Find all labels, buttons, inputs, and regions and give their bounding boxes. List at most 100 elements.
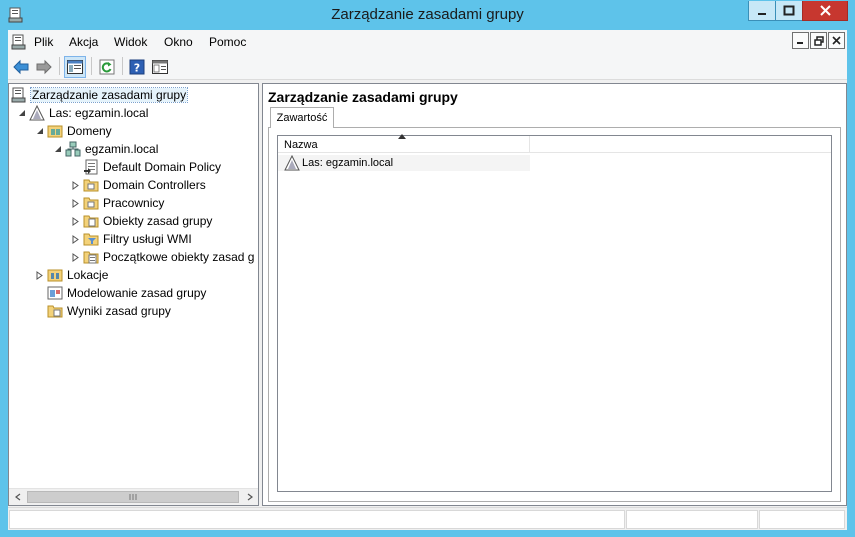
expand-triangle-icon[interactable] — [71, 176, 81, 194]
show-hide-tree-icon — [67, 60, 83, 74]
status-panel-secondary — [626, 510, 758, 529]
status-panel-tertiary — [759, 510, 845, 529]
collapse-triangle-icon[interactable] — [17, 104, 27, 122]
tab-panel: Nazwa Las: egzamin.local — [268, 127, 841, 502]
column-header-label: Nazwa — [284, 139, 318, 151]
scroll-left-arrow-icon[interactable] — [9, 489, 26, 505]
menu-pomoc[interactable]: Pomoc — [209, 35, 246, 49]
document-minimize-button[interactable] — [792, 32, 809, 49]
forward-button[interactable] — [33, 56, 55, 78]
gpo-link-icon — [83, 159, 99, 175]
minimize-button[interactable] — [748, 1, 775, 21]
forward-icon — [36, 59, 52, 75]
tree-horizontal-scrollbar[interactable] — [9, 488, 258, 505]
console-tree: Zarządzanie zasadami grupy Las: egzamin.… — [9, 84, 258, 488]
tree-node-label: Modelowanie zasad grupy — [67, 286, 207, 300]
document-system-menu-icon[interactable] — [11, 34, 27, 50]
help-icon: ? — [129, 59, 145, 75]
menu-widok[interactable]: Widok — [114, 35, 147, 49]
tree-node-default-domain-policy[interactable]: Default Domain Policy — [83, 158, 221, 176]
tree-node-employees[interactable]: Pracownicy — [71, 194, 164, 212]
tree-node-domain[interactable]: egzamin.local — [53, 140, 158, 158]
gpo-folder-icon — [83, 213, 99, 229]
tree-node-label: Domain Controllers — [103, 178, 206, 192]
expand-triangle-icon[interactable] — [35, 266, 45, 284]
tree-node-sites[interactable]: Lokacje — [35, 266, 108, 284]
tree-node-label: Początkowe obiekty zasad g — [103, 250, 255, 264]
tree-node-forest[interactable]: Las: egzamin.local — [17, 104, 148, 122]
tree-node-starter-gpos[interactable]: Początkowe obiekty zasad g — [71, 248, 254, 266]
domain-icon — [65, 141, 81, 157]
title-bar[interactable]: Zarządzanie zasadami grupy — [0, 0, 855, 30]
details-title: Zarządzanie zasadami grupy — [268, 89, 458, 105]
status-panel-main — [9, 510, 625, 529]
client-area: Plik Akcja Widok Okno Pomoc ? Zarządzani… — [8, 30, 847, 530]
contents-list[interactable]: Nazwa Las: egzamin.local — [277, 134, 832, 492]
restore-icon — [813, 35, 824, 46]
sort-ascending-icon — [398, 134, 406, 141]
tree-node-domain-controllers[interactable]: Domain Controllers — [71, 176, 206, 194]
toolbar-separator — [122, 57, 123, 75]
refresh-icon — [99, 59, 115, 75]
menu-okno[interactable]: Okno — [164, 35, 193, 49]
tree-node-label: Zarządzanie zasadami grupy — [29, 87, 189, 103]
tree-node-gpmc-root[interactable]: Zarządzanie zasadami grupy — [11, 86, 189, 104]
mmc-window: Zarządzanie zasadami grupy Plik Akcja Wi… — [0, 0, 855, 537]
close-button[interactable] — [802, 1, 848, 21]
maximize-button[interactable] — [775, 1, 802, 21]
expand-triangle-icon[interactable] — [71, 248, 81, 266]
tree-node-results[interactable]: Wyniki zasad grupy — [47, 302, 171, 320]
menu-bar: Plik Akcja Widok Okno Pomoc — [8, 30, 847, 53]
window-title: Zarządzanie zasadami grupy — [331, 6, 524, 23]
refresh-button[interactable] — [96, 56, 118, 78]
expand-triangle-icon[interactable] — [71, 212, 81, 230]
show-hide-tree-button[interactable] — [64, 56, 86, 78]
properties-button[interactable] — [149, 56, 171, 78]
gpmc-icon — [11, 87, 27, 103]
close-icon — [832, 36, 841, 45]
tree-node-modeling[interactable]: Modelowanie zasad grupy — [47, 284, 206, 302]
tree-node-gpo-objects[interactable]: Obiekty zasad grupy — [71, 212, 212, 230]
minimize-icon — [797, 42, 803, 44]
ou-folder-icon — [83, 177, 99, 193]
svg-text:?: ? — [134, 62, 140, 75]
column-header-name[interactable]: Nazwa — [278, 134, 530, 153]
tree-node-label: egzamin.local — [85, 142, 159, 156]
tree-node-label: Default Domain Policy — [103, 160, 222, 174]
toolbar-separator — [59, 57, 60, 75]
modeling-icon — [47, 285, 63, 301]
back-button[interactable] — [10, 56, 32, 78]
tree-node-domains[interactable]: Domeny — [35, 122, 112, 140]
tree-node-label: Las: egzamin.local — [49, 106, 149, 120]
tree-node-wmi-filters[interactable]: Filtry usługi WMI — [71, 230, 192, 248]
document-close-button[interactable] — [828, 32, 845, 49]
list-item-label: Las: egzamin.local — [302, 157, 394, 169]
expand-triangle-icon[interactable] — [71, 194, 81, 212]
expand-triangle-icon[interactable] — [71, 230, 81, 248]
close-icon — [819, 5, 831, 16]
maximize-icon — [783, 5, 795, 16]
help-button[interactable]: ? — [126, 56, 148, 78]
list-header: Nazwa — [278, 134, 831, 153]
tree-node-label: Filtry usługi WMI — [103, 232, 192, 246]
back-icon — [13, 59, 29, 75]
details-pane: Zarządzanie zasadami grupy Zawartość Naz… — [262, 83, 847, 506]
scroll-right-arrow-icon[interactable] — [241, 489, 258, 505]
toolbar: ? — [8, 53, 847, 80]
tree-node-label: Domeny — [67, 124, 112, 138]
collapse-triangle-icon[interactable] — [53, 140, 63, 158]
menu-plik[interactable]: Plik — [34, 35, 53, 49]
document-window-controls — [791, 32, 845, 50]
tab-contents[interactable]: Zawartość — [270, 107, 334, 128]
scrollbar-thumb[interactable] — [27, 491, 239, 503]
document-restore-button[interactable] — [810, 32, 827, 49]
list-item[interactable]: Las: egzamin.local — [278, 154, 530, 171]
results-icon — [47, 303, 63, 319]
wmi-filter-folder-icon — [83, 231, 99, 247]
menu-akcja[interactable]: Akcja — [69, 35, 98, 49]
tree-node-label: Obiekty zasad grupy — [103, 214, 213, 228]
minimize-icon — [758, 12, 766, 15]
sites-icon — [47, 267, 63, 283]
collapse-triangle-icon[interactable] — [35, 122, 45, 140]
console-tree-pane: Zarządzanie zasadami grupy Las: egzamin.… — [8, 83, 259, 506]
